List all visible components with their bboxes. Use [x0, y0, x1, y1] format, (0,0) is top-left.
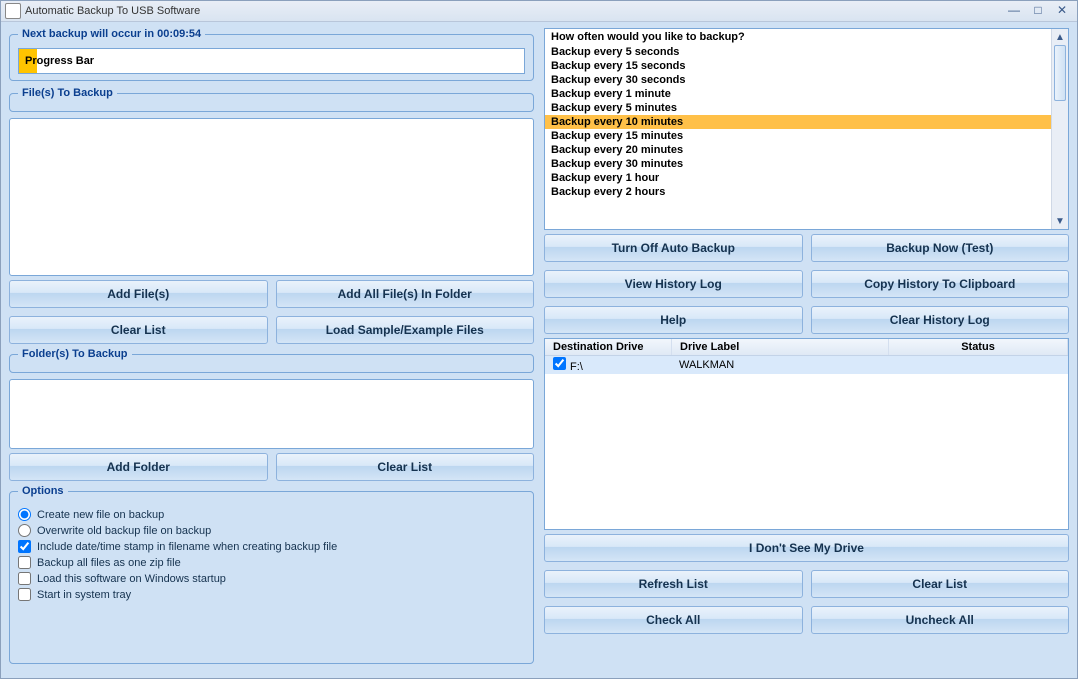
- col-label[interactable]: Drive Label: [672, 339, 889, 355]
- refresh-drives-button[interactable]: Refresh List: [544, 570, 803, 598]
- frequency-scrollbar[interactable]: ▲ ▼: [1051, 29, 1068, 229]
- frequency-item[interactable]: Backup every 5 seconds: [545, 45, 1051, 59]
- scroll-thumb[interactable]: [1054, 45, 1066, 101]
- frequency-scroll: How often would you like to backup? Back…: [545, 29, 1051, 229]
- frequency-item[interactable]: Backup every 1 hour: [545, 171, 1051, 185]
- clear-folders-button[interactable]: Clear List: [276, 453, 535, 481]
- frequency-item[interactable]: Backup every 15 minutes: [545, 129, 1051, 143]
- no-drive-button[interactable]: I Don't See My Drive: [544, 534, 1069, 562]
- scroll-down-icon[interactable]: ▼: [1052, 213, 1068, 229]
- opt-create-new[interactable]: Create new file on backup: [18, 508, 525, 521]
- backup-now-button[interactable]: Backup Now (Test): [811, 234, 1070, 262]
- next-backup-group: Next backup will occur in 00:09:54 Progr…: [9, 28, 534, 81]
- help-button[interactable]: Help: [544, 306, 803, 334]
- check-tray[interactable]: [18, 588, 31, 601]
- check-all-button[interactable]: Check All: [544, 606, 803, 634]
- titlebar[interactable]: Automatic Backup To USB Software — □ ✕: [1, 1, 1077, 22]
- progress-label: Progress Bar: [19, 55, 94, 67]
- frequency-item[interactable]: Backup every 20 minutes: [545, 143, 1051, 157]
- frequency-header: How often would you like to backup?: [545, 29, 1051, 45]
- folders-listbox[interactable]: [9, 379, 534, 449]
- app-icon: [5, 3, 21, 19]
- files-legend-wrap: File(s) To Backup: [9, 87, 534, 112]
- add-folder-button[interactable]: Add Folder: [9, 453, 268, 481]
- window-title: Automatic Backup To USB Software: [25, 5, 200, 17]
- app-window: Automatic Backup To USB Software — □ ✕ N…: [0, 0, 1078, 679]
- frequency-item[interactable]: Backup every 10 minutes: [545, 115, 1051, 129]
- opt-zip[interactable]: Backup all files as one zip file: [18, 556, 525, 569]
- check-include-ts[interactable]: [18, 540, 31, 553]
- opt-include-ts[interactable]: Include date/time stamp in filename when…: [18, 540, 525, 553]
- drive-letter: F:\: [570, 361, 583, 373]
- copy-log-button[interactable]: Copy History To Clipboard: [811, 270, 1070, 298]
- frequency-item[interactable]: Backup every 2 hours: [545, 185, 1051, 199]
- folders-legend: Folder(s) To Backup: [18, 348, 132, 360]
- load-sample-button[interactable]: Load Sample/Example Files: [276, 316, 535, 344]
- clear-drives-button[interactable]: Clear List: [811, 570, 1070, 598]
- check-startup[interactable]: [18, 572, 31, 585]
- right-column: How often would you like to backup? Back…: [544, 28, 1069, 670]
- col-status[interactable]: Status: [889, 339, 1068, 355]
- folders-legend-wrap: Folder(s) To Backup: [9, 348, 534, 373]
- drives-header: Destination Drive Drive Label Status: [545, 339, 1068, 356]
- left-column: Next backup will occur in 00:09:54 Progr…: [9, 28, 534, 670]
- scroll-up-icon[interactable]: ▲: [1052, 29, 1068, 45]
- options-group: Options Create new file on backup Overwr…: [9, 485, 534, 664]
- maximize-button[interactable]: □: [1027, 4, 1049, 18]
- frequency-item[interactable]: Backup every 5 minutes: [545, 101, 1051, 115]
- frequency-item[interactable]: Backup every 30 seconds: [545, 73, 1051, 87]
- clear-log-button[interactable]: Clear History Log: [811, 306, 1070, 334]
- view-log-button[interactable]: View History Log: [544, 270, 803, 298]
- close-button[interactable]: ✕: [1051, 4, 1073, 18]
- drive-checkbox[interactable]: [553, 357, 566, 370]
- add-files-button[interactable]: Add File(s): [9, 280, 268, 308]
- files-legend: File(s) To Backup: [18, 87, 117, 99]
- frequency-item[interactable]: Backup every 15 seconds: [545, 59, 1051, 73]
- radio-overwrite[interactable]: [18, 524, 31, 537]
- add-all-files-button[interactable]: Add All File(s) In Folder: [276, 280, 535, 308]
- drive-rows: F:\ WALKMAN: [545, 356, 1068, 374]
- app-body: Next backup will occur in 00:09:54 Progr…: [1, 22, 1077, 678]
- options-legend: Options: [18, 485, 68, 497]
- uncheck-all-button[interactable]: Uncheck All: [811, 606, 1070, 634]
- drives-list[interactable]: Destination Drive Drive Label Status F:\…: [544, 338, 1069, 530]
- drive-label: WALKMAN: [671, 358, 887, 372]
- opt-tray[interactable]: Start in system tray: [18, 588, 525, 601]
- files-listbox[interactable]: [9, 118, 534, 276]
- drive-status: [887, 364, 1068, 366]
- frequency-item[interactable]: Backup every 30 minutes: [545, 157, 1051, 171]
- minimize-button[interactable]: —: [1003, 4, 1025, 18]
- clear-files-button[interactable]: Clear List: [9, 316, 268, 344]
- opt-startup[interactable]: Load this software on Windows startup: [18, 572, 525, 585]
- frequency-listbox[interactable]: How often would you like to backup? Back…: [544, 28, 1069, 230]
- check-zip[interactable]: [18, 556, 31, 569]
- next-backup-legend: Next backup will occur in 00:09:54: [18, 28, 205, 40]
- frequency-item[interactable]: Backup every 1 minute: [545, 87, 1051, 101]
- radio-create-new[interactable]: [18, 508, 31, 521]
- progress-bar: Progress Bar: [18, 48, 525, 74]
- drive-row[interactable]: F:\ WALKMAN: [545, 356, 1068, 374]
- opt-overwrite[interactable]: Overwrite old backup file on backup: [18, 524, 525, 537]
- col-drive[interactable]: Destination Drive: [545, 339, 672, 355]
- turn-off-button[interactable]: Turn Off Auto Backup: [544, 234, 803, 262]
